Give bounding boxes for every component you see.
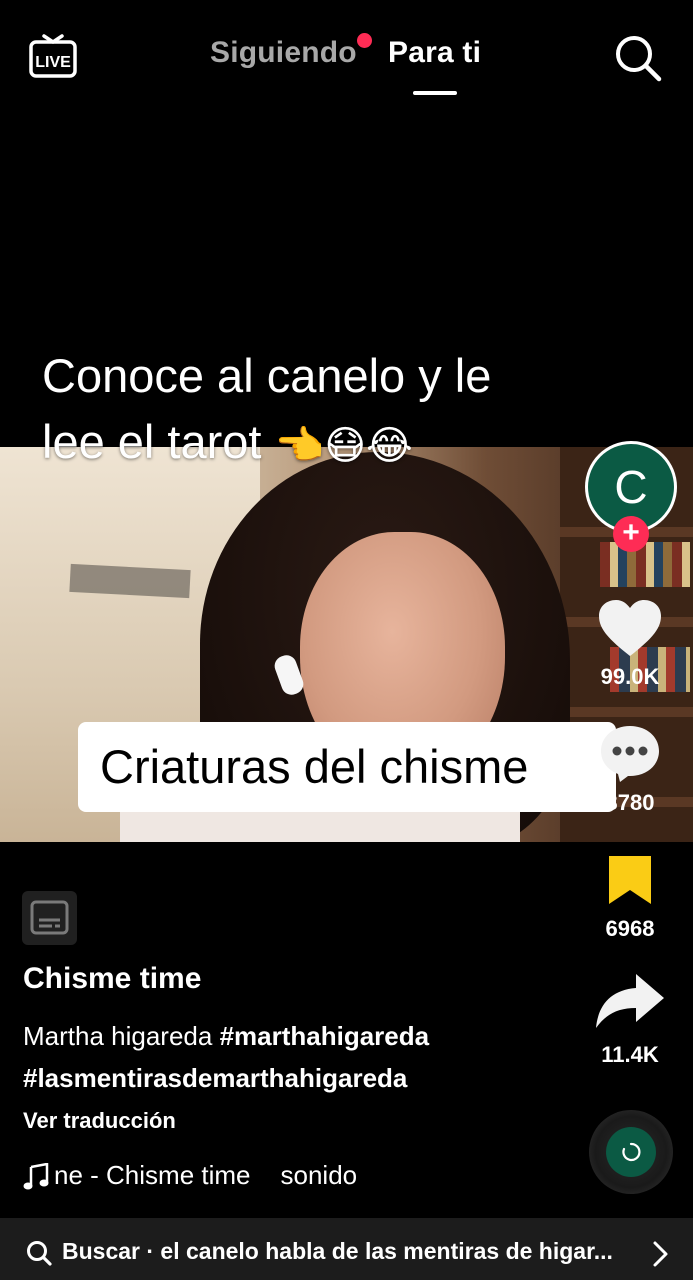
captions-icon[interactable] (22, 891, 77, 945)
pointing-hand-emoji: 👈 (274, 423, 325, 468)
tab-following[interactable]: Siguiendo (210, 36, 357, 70)
live-icon[interactable]: LIVE (28, 32, 78, 80)
active-tab-indicator (413, 91, 457, 95)
svg-text:LIVE: LIVE (35, 54, 71, 71)
bookmark-icon[interactable] (606, 853, 654, 907)
chevron-right-icon[interactable] (650, 1240, 670, 1268)
music-sound: sonido (280, 1160, 358, 1190)
related-search-text[interactable]: Buscar · el canelo habla de las mentiras… (62, 1238, 622, 1265)
music-title: ne - Chisme time (54, 1160, 251, 1190)
music-ticker[interactable]: ne - Chisme time sonido (54, 1160, 369, 1194)
hashtag-link[interactable]: #marthahigareda (220, 1021, 430, 1051)
author-name[interactable]: Chisme time (23, 962, 201, 996)
heart-icon[interactable] (597, 598, 663, 660)
video-overlay-label: Criaturas del chisme (78, 722, 616, 812)
caption-line-2: lee el tarot (42, 415, 262, 468)
music-disc[interactable] (589, 1110, 673, 1194)
follow-plus-icon[interactable]: + (613, 516, 649, 552)
caption-line-2-row: lee el tarot 👈😷😂 (42, 409, 582, 479)
mask-face-emoji: 😷 (324, 423, 367, 468)
search-icon[interactable] (614, 34, 662, 82)
notification-dot (357, 33, 372, 48)
hashtag-link[interactable]: #lasmentirasdemarthahigareda (23, 1063, 407, 1093)
like-count: 99.0K (600, 664, 660, 689)
music-note-icon (23, 1162, 49, 1191)
see-translation-link[interactable]: Ver traducción (23, 1108, 176, 1134)
description-text: Martha higareda (23, 1021, 213, 1051)
comment-icon[interactable] (598, 722, 662, 784)
video-books (600, 542, 690, 587)
share-arrow-icon[interactable] (594, 972, 666, 1030)
laughing-emoji: 😂 (366, 423, 413, 468)
caption-line-1: Conoce al canelo y le (42, 349, 492, 402)
comment-count: 3780 (605, 790, 655, 815)
video-description: Martha higareda #marthahigareda #lasment… (23, 1015, 563, 1099)
tab-for-you[interactable]: Para ti (388, 36, 481, 70)
search-icon (26, 1240, 52, 1266)
share-count: 11.4K (601, 1042, 659, 1067)
save-count: 6968 (605, 916, 655, 941)
disc-avatar (606, 1127, 656, 1177)
video-caption: Conoce al canelo y le lee el tarot 👈😷😂 (42, 343, 582, 479)
